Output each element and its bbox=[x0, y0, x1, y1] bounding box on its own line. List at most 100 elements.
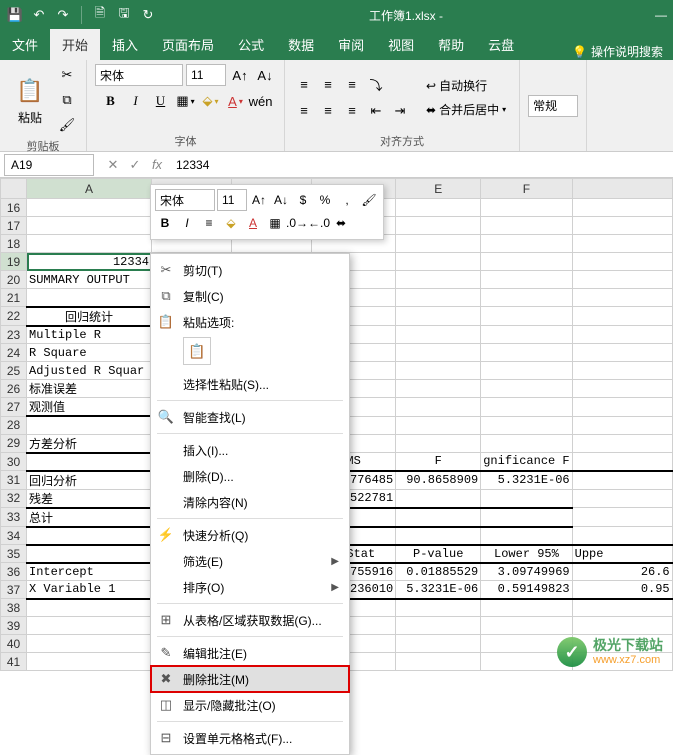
ctx-delete-comment[interactable]: ✖删除批注(M) bbox=[151, 666, 349, 692]
grow-font-icon[interactable]: A↑ bbox=[229, 64, 251, 86]
row-header[interactable]: 41 bbox=[1, 653, 27, 671]
row-header[interactable]: 34 bbox=[1, 527, 27, 545]
ctx-copy[interactable]: ⧉复制(C) bbox=[151, 283, 349, 309]
indent-inc-icon[interactable]: ⇥ bbox=[389, 100, 411, 122]
bold-button[interactable]: B bbox=[100, 90, 122, 112]
cell[interactable]: 残差 bbox=[27, 489, 152, 508]
align-center-icon[interactable]: ≡ bbox=[317, 100, 339, 122]
new-icon[interactable]: 🗎 bbox=[91, 6, 109, 24]
ctx-get-data[interactable]: ⊞从表格/区域获取数据(G)... bbox=[151, 607, 349, 633]
fill-color-icon[interactable]: ⬙ bbox=[221, 213, 241, 233]
phonetic-icon[interactable]: wén bbox=[250, 90, 272, 112]
accounting-icon[interactable]: $ bbox=[293, 190, 313, 210]
minimize-icon[interactable]: — bbox=[655, 8, 667, 22]
save-icon[interactable]: 💾 bbox=[6, 6, 24, 24]
ctx-toggle-comment[interactable]: ◫显示/隐藏批注(O) bbox=[151, 692, 349, 718]
select-all-corner[interactable] bbox=[1, 179, 27, 199]
merge-icon[interactable]: ⬌ bbox=[331, 213, 351, 233]
row-header[interactable]: 19 bbox=[1, 253, 27, 271]
tab-view[interactable]: 视图 bbox=[376, 29, 426, 60]
decrease-decimal-icon[interactable]: ←.0 bbox=[309, 213, 329, 233]
row-header[interactable]: 17 bbox=[1, 217, 27, 235]
col-header-A[interactable]: A bbox=[27, 179, 152, 199]
row-header[interactable]: 23 bbox=[1, 326, 27, 344]
orientation-icon[interactable]: ⤵ bbox=[365, 74, 387, 96]
cell[interactable]: X Variable 1 bbox=[27, 581, 152, 599]
col-header-F[interactable]: F bbox=[481, 179, 572, 199]
cell[interactable]: 方差分析 bbox=[27, 434, 152, 453]
row-header[interactable]: 29 bbox=[1, 434, 27, 453]
tab-insert[interactable]: 插入 bbox=[100, 29, 150, 60]
border-icon[interactable]: ▦ bbox=[265, 213, 285, 233]
undo-icon[interactable]: ↶ bbox=[30, 6, 48, 24]
underline-button[interactable]: U bbox=[150, 90, 172, 112]
indent-dec-icon[interactable]: ⇤ bbox=[365, 100, 387, 122]
row-header[interactable]: 32 bbox=[1, 489, 27, 508]
comma-icon[interactable]: , bbox=[337, 190, 357, 210]
number-format-combo[interactable]: 常规 bbox=[528, 95, 578, 117]
ctx-edit-comment[interactable]: ✎编辑批注(E) bbox=[151, 640, 349, 666]
cancel-icon[interactable]: ✕ bbox=[102, 157, 124, 173]
fx-icon[interactable]: fx bbox=[146, 157, 168, 172]
row-header[interactable]: 18 bbox=[1, 235, 27, 253]
font-size-combo[interactable]: 11 bbox=[186, 64, 226, 86]
percent-icon[interactable]: % bbox=[315, 190, 335, 210]
save2-icon[interactable]: 🖫 bbox=[115, 6, 133, 24]
tab-cloud[interactable]: 云盘 bbox=[476, 29, 526, 60]
cell[interactable]: SUMMARY OUTPUT bbox=[27, 271, 152, 289]
row-header[interactable]: 40 bbox=[1, 635, 27, 653]
ctx-insert[interactable]: 插入(I)... bbox=[151, 437, 349, 463]
cell-A19[interactable]: 12334 bbox=[27, 253, 152, 271]
format-painter-icon[interactable]: 🖌 bbox=[56, 114, 78, 136]
tab-help[interactable]: 帮助 bbox=[426, 29, 476, 60]
cell[interactable]: 观测值 bbox=[27, 398, 152, 417]
cell[interactable]: 标准误差 bbox=[27, 380, 152, 398]
italic-button[interactable]: I bbox=[177, 213, 197, 233]
tab-review[interactable]: 审阅 bbox=[326, 29, 376, 60]
row-header[interactable]: 39 bbox=[1, 617, 27, 635]
row-header[interactable]: 31 bbox=[1, 471, 27, 490]
ctx-filter[interactable]: 筛选(E)▶ bbox=[151, 548, 349, 574]
format-painter-icon[interactable]: 🖌 bbox=[359, 190, 379, 210]
ctx-paste-special[interactable]: 选择性粘贴(S)... bbox=[151, 371, 349, 397]
row-header[interactable]: 38 bbox=[1, 599, 27, 617]
enter-icon[interactable]: ✓ bbox=[124, 157, 146, 173]
ctx-delete[interactable]: 删除(D)... bbox=[151, 463, 349, 489]
wrap-text-button[interactable]: ↩自动换行 bbox=[421, 75, 511, 96]
shrink-font-icon[interactable]: A↓ bbox=[254, 64, 276, 86]
row-header[interactable]: 26 bbox=[1, 380, 27, 398]
ctx-format-cells[interactable]: ⊟设置单元格格式(F)... bbox=[151, 725, 349, 751]
italic-button[interactable]: I bbox=[125, 90, 147, 112]
row-header[interactable]: 27 bbox=[1, 398, 27, 417]
bold-button[interactable]: B bbox=[155, 213, 175, 233]
fill-color-icon[interactable]: ⬙▾ bbox=[200, 90, 222, 112]
row-header[interactable]: 25 bbox=[1, 362, 27, 380]
font-color-icon[interactable]: A bbox=[243, 213, 263, 233]
cell[interactable]: Adjusted R Squar bbox=[27, 362, 152, 380]
row-header[interactable]: 24 bbox=[1, 344, 27, 362]
cell[interactable]: Multiple R bbox=[27, 326, 152, 344]
paste-button[interactable]: 📋 粘贴 bbox=[8, 73, 52, 128]
grow-font-icon[interactable]: A↑ bbox=[249, 190, 269, 210]
name-box[interactable]: A19 bbox=[4, 154, 94, 176]
row-header[interactable]: 21 bbox=[1, 289, 27, 307]
font-name-combo[interactable]: 宋体 bbox=[95, 64, 183, 86]
tab-data[interactable]: 数据 bbox=[276, 29, 326, 60]
font-color-icon[interactable]: A▾ bbox=[225, 90, 247, 112]
ctx-quick-analysis[interactable]: ⚡快速分析(Q) bbox=[151, 522, 349, 548]
row-header[interactable]: 20 bbox=[1, 271, 27, 289]
align-bottom-icon[interactable]: ≡ bbox=[341, 74, 363, 96]
row-header[interactable]: 16 bbox=[1, 199, 27, 217]
mini-font-combo[interactable]: 宋体 bbox=[155, 189, 215, 211]
merge-center-button[interactable]: ⬌合并后居中▾ bbox=[421, 99, 511, 120]
increase-decimal-icon[interactable]: .0→ bbox=[287, 213, 307, 233]
ctx-smart-lookup[interactable]: 🔍智能查找(L) bbox=[151, 404, 349, 430]
tab-home[interactable]: 开始 bbox=[50, 29, 100, 60]
paste-option-icon[interactable]: 📋 bbox=[183, 337, 211, 365]
row-header[interactable]: 35 bbox=[1, 545, 27, 563]
cell[interactable]: R Square bbox=[27, 344, 152, 362]
refresh-icon[interactable]: ↻ bbox=[139, 6, 157, 24]
copy-icon[interactable]: ⧉ bbox=[56, 89, 78, 111]
cell[interactable]: 回归分析 bbox=[27, 471, 152, 490]
ctx-sort[interactable]: 排序(O)▶ bbox=[151, 574, 349, 600]
